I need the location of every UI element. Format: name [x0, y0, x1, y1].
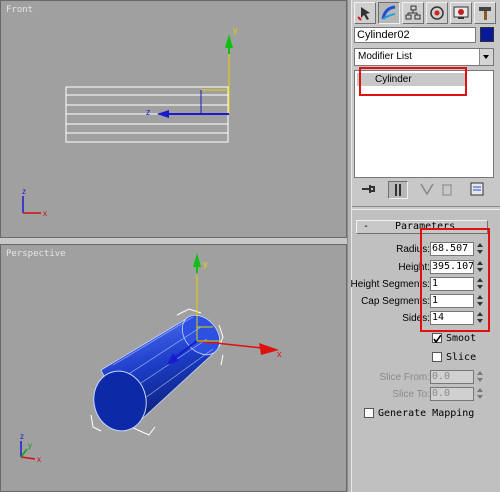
hierarchy-icon: [405, 5, 421, 20]
persp-tripod-x: x: [37, 455, 41, 464]
configure-icon: [470, 182, 484, 196]
utilities-tab[interactable]: [474, 2, 496, 24]
modifier-list-dropdown[interactable]: Modifier List: [354, 48, 494, 66]
persp-tripod-y: y: [28, 441, 32, 450]
slice-from-row: Slice From: 0.0: [352, 370, 500, 386]
slice-label: Slice: [446, 352, 477, 363]
smooth-label: Smoot: [446, 333, 477, 344]
stack-highlight-box: [359, 67, 467, 96]
object-name-field[interactable]: Cylinder02: [354, 27, 476, 43]
hammer-icon: [479, 7, 491, 20]
front-tripod-x: x: [43, 209, 47, 218]
slice-checkbox[interactable]: [432, 352, 442, 362]
generate-mapping-checkbox[interactable]: [364, 408, 374, 418]
modifier-list-label: Modifier List: [358, 51, 412, 62]
stack-toolbar: [354, 181, 494, 199]
modify-icon: [381, 5, 396, 20]
persp-x-label: x: [277, 349, 282, 359]
end-result-icon: [395, 184, 401, 196]
front-z-label: z: [146, 107, 151, 117]
front-viewport[interactable]: y z z x Front: [0, 0, 347, 238]
front-viewport-label[interactable]: Front: [6, 5, 33, 15]
configure-modifier-sets-button[interactable]: [468, 181, 488, 199]
max-workspace: y z z x Front y x z x y Perspective Cyli…: [0, 0, 500, 492]
front-axis-tripod: [22, 196, 41, 214]
slice-from-label: Slice From:: [379, 372, 430, 383]
height-segments-label: Height Segments:: [350, 279, 431, 290]
hierarchy-tab[interactable]: [402, 2, 424, 24]
generate-mapping-label: Generate Mapping: [378, 408, 475, 419]
checkmark-icon: [433, 334, 442, 344]
slice-to-field[interactable]: 0.0: [430, 387, 474, 401]
perspective-viewport-canvas[interactable]: y x z x y: [1, 245, 347, 492]
command-panel-tabs: [354, 2, 498, 24]
make-unique-button[interactable]: [418, 181, 438, 199]
front-viewport-canvas[interactable]: y z z x: [1, 1, 347, 238]
slice-from-spinner[interactable]: [476, 370, 484, 384]
front-tripod-z: z: [22, 187, 26, 196]
slice-to-row: Slice To: 0.0: [352, 387, 500, 403]
smooth-checkbox[interactable]: [432, 333, 442, 344]
parameters-highlight-box: [420, 228, 490, 332]
perspective-viewport[interactable]: y x z x y Perspective: [0, 244, 347, 492]
make-unique-icon: [420, 183, 434, 196]
show-end-result-button[interactable]: [388, 181, 408, 199]
pin-stack-button[interactable]: [358, 181, 378, 199]
trash-icon: [442, 184, 452, 196]
create-icon: [357, 7, 370, 21]
create-tab[interactable]: [354, 2, 376, 24]
collapse-icon: -: [363, 221, 370, 232]
slice-to-label: Slice To:: [392, 389, 430, 400]
display-tab[interactable]: [450, 2, 472, 24]
slice-to-spinner[interactable]: [476, 387, 484, 401]
pin-icon: [362, 185, 375, 193]
persp-tripod-z: z: [20, 432, 24, 441]
modify-tab[interactable]: [378, 2, 400, 24]
slice-from-field[interactable]: 0.0: [430, 370, 474, 384]
object-color-swatch[interactable]: [480, 27, 494, 42]
persp-y-label: y: [203, 259, 208, 269]
chevron-down-icon[interactable]: [479, 49, 493, 65]
remove-modifier-button[interactable]: [438, 181, 458, 199]
front-y-label: y: [233, 25, 238, 35]
perspective-viewport-label[interactable]: Perspective: [6, 249, 66, 259]
display-icon: [453, 6, 469, 19]
motion-icon: [430, 6, 444, 20]
motion-tab[interactable]: [426, 2, 448, 24]
